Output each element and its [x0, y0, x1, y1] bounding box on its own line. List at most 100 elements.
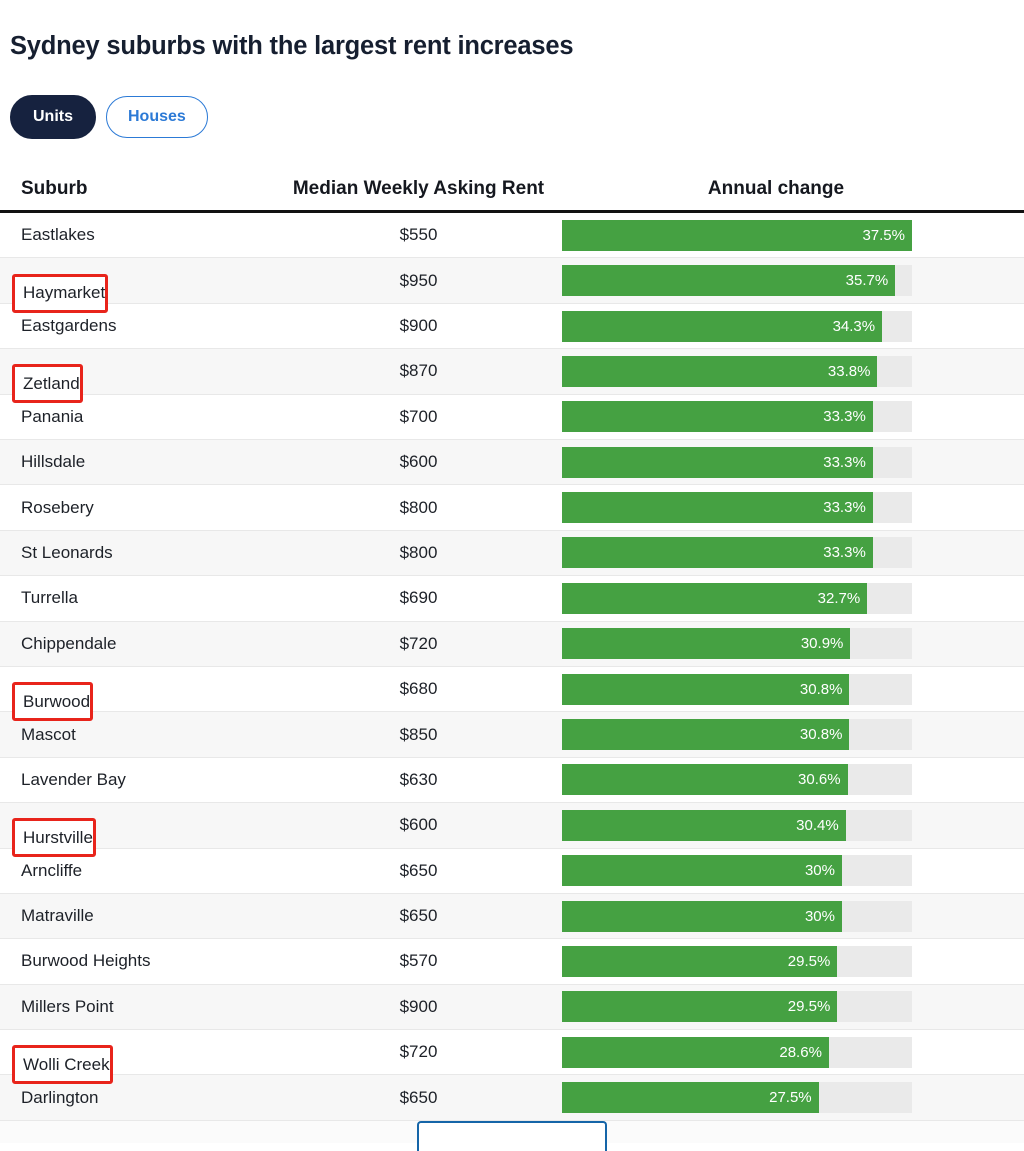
- cell-median-rent: $870: [399, 361, 438, 381]
- bar-fill: 33.3%: [562, 492, 873, 524]
- highlight-annotation-box: Wolli Creek: [12, 1045, 113, 1085]
- load-more-button[interactable]: [417, 1121, 607, 1151]
- cell-median-rent: $720: [399, 633, 438, 653]
- table-row: Burwood Heights $570 29.5%: [0, 939, 1024, 985]
- cell-suburb: Burwood Heights: [0, 951, 275, 971]
- cell-median-rent: $680: [399, 679, 438, 699]
- suburb-name: Mascot: [21, 724, 76, 744]
- bar-value-label: 33.3%: [823, 544, 866, 562]
- cell-median-rent: $800: [399, 497, 438, 517]
- bar-value-label: 27.5%: [769, 1089, 812, 1107]
- suburb-name: Turrella: [21, 588, 78, 608]
- bar-track: 32.7%: [562, 582, 912, 614]
- cell-median-rent: $720: [399, 1042, 438, 1062]
- cell-annual-change: 30.9%: [562, 628, 1024, 660]
- table-row: Arncliffe $650 30%: [0, 849, 1024, 894]
- table-row: HaymarketHaymarket $950 35.7%: [0, 258, 1024, 313]
- cell-annual-change: 33.3%: [562, 401, 1024, 433]
- tab-units[interactable]: Units: [10, 95, 96, 140]
- cell-median-rent: $650: [399, 906, 438, 926]
- table-row: Darlington $650 27.5%: [0, 1075, 1024, 1121]
- cell-annual-change: 30.8%: [562, 673, 1024, 705]
- highlight-annotation-box: Zetland: [12, 364, 83, 404]
- bar-fill: 33.3%: [562, 401, 873, 433]
- suburb-name: Rosebery: [21, 497, 94, 517]
- bar-track: 30.9%: [562, 628, 912, 660]
- highlight-annotation-box: Burwood: [12, 682, 94, 722]
- cell-annual-change: 37.5%: [562, 219, 1024, 251]
- cell-annual-change: 30.8%: [562, 719, 1024, 751]
- bar-value-label: 30.9%: [800, 635, 844, 653]
- suburb-name: Eastlakes: [21, 225, 95, 245]
- bar-value-label: 35.7%: [845, 272, 889, 290]
- cell-suburb: St Leonards: [0, 543, 275, 563]
- table-row: Chippendale $720 30.9%: [0, 621, 1024, 667]
- table-row: Turrella $690 32.7%: [0, 576, 1024, 622]
- cell-suburb: Eastgardens: [0, 316, 275, 336]
- bar-track: 33.3%: [562, 446, 912, 478]
- cell-median-rent: $900: [399, 316, 438, 335]
- cell-annual-change: 32.7%: [562, 582, 1024, 614]
- cell-suburb: Hillsdale: [0, 452, 275, 472]
- table-row: Lavender Bay $630 30.6%: [0, 758, 1024, 804]
- cell-suburb: Rosebery: [0, 498, 275, 518]
- bar-value-label: 28.6%: [779, 1043, 822, 1061]
- suburb-name: Millers Point: [21, 996, 114, 1016]
- cell-median-rent: $600: [399, 452, 438, 472]
- cell-median-rent: $600: [399, 815, 438, 835]
- cell-annual-change: 29.5%: [562, 991, 1024, 1023]
- table-row: St Leonards $800 33.3%: [0, 530, 1024, 577]
- table-row: HurstvilleHurstville $600 30.4%: [0, 803, 1024, 858]
- cell-median-rent: $550: [399, 225, 438, 245]
- column-header-annual-change: Annual change: [707, 178, 845, 200]
- cell-suburb: Mascot: [0, 725, 275, 745]
- bar-value-label: 33.3%: [823, 499, 866, 517]
- table-row: Mascot $850 30.8%: [0, 712, 1024, 758]
- suburb-name: Arncliffe: [21, 860, 83, 880]
- cell-annual-change: 28.6%: [562, 1036, 1024, 1068]
- cell-annual-change: 30%: [562, 900, 1024, 932]
- bar-value-label: 30.4%: [796, 816, 839, 834]
- cell-annual-change: 33.3%: [562, 537, 1024, 569]
- bar-fill: 30.8%: [562, 673, 850, 705]
- suburb-name: Chippendale: [21, 633, 117, 653]
- highlight-annotation-box: Haymarket: [12, 273, 109, 313]
- bar-value-label: 34.3%: [832, 317, 876, 335]
- bar-value-label: 30%: [804, 907, 835, 925]
- table-row: ZetlandZetland $870 33.8%: [0, 349, 1024, 404]
- page-title: Sydney suburbs with the largest rent inc…: [10, 32, 574, 61]
- column-header-median-rent: Median Weekly Asking Rent: [292, 178, 545, 200]
- bar-fill: 34.3%: [562, 310, 883, 342]
- table-row: Hillsdale $600 33.3%: [0, 439, 1024, 486]
- bar-track: 27.5%: [562, 1082, 912, 1114]
- suburb-name: Darlington: [21, 1087, 99, 1107]
- cell-suburb: Matraville: [0, 906, 275, 926]
- cell-annual-change: 34.3%: [562, 310, 1024, 342]
- bar-value-label: 30.6%: [798, 771, 841, 789]
- bar-fill: 35.7%: [562, 265, 896, 297]
- table-row: Millers Point $900 29.5%: [0, 984, 1024, 1031]
- property-type-toggle: Units Houses: [0, 80, 1024, 140]
- cell-annual-change: 33.8%: [562, 355, 1024, 387]
- suburb-name: Lavender Bay: [21, 769, 126, 789]
- bar-track: 30.4%: [562, 809, 912, 841]
- cell-suburb: Eastlakes: [0, 225, 275, 245]
- bar-track: 30%: [562, 855, 912, 887]
- rent-increase-chart-page: Sydney suburbs with the largest rent inc…: [0, 17, 1024, 1151]
- cell-median-rent: $700: [399, 406, 438, 426]
- suburb-name: Matraville: [21, 906, 94, 926]
- bar-track: 33.3%: [562, 537, 912, 569]
- bar-fill: 30%: [562, 900, 842, 932]
- cell-median-rent: $650: [399, 860, 438, 880]
- table-row: Eastlakes $550 37.5%: [0, 213, 1024, 259]
- bar-track: 30.8%: [562, 673, 912, 705]
- bar-track: 29.5%: [562, 945, 912, 977]
- bar-track: 33.3%: [562, 492, 912, 524]
- tab-houses[interactable]: Houses: [106, 96, 208, 139]
- table-row: BurwoodBurwood $680 30.8%: [0, 667, 1024, 722]
- cell-suburb: Darlington: [0, 1088, 275, 1108]
- bar-track: 37.5%: [562, 219, 912, 251]
- table-row: Eastgardens $900 34.3%: [0, 304, 1024, 350]
- bar-fill: 30.6%: [562, 764, 848, 796]
- column-header-suburb: Suburb: [21, 178, 88, 200]
